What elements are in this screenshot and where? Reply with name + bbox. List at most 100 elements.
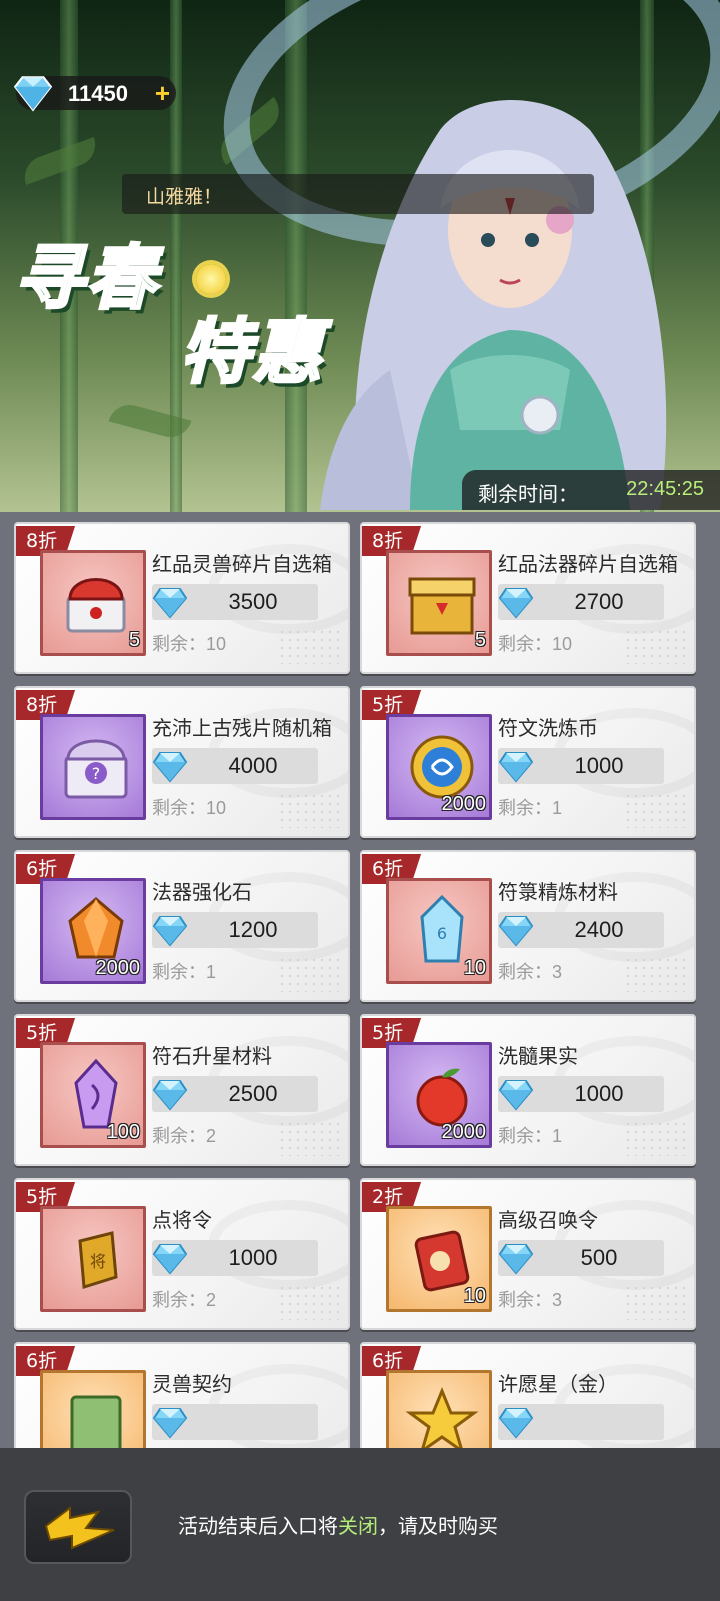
shop-item-list[interactable]: 8折 5 红品灵兽碎片自选箱 3500 剩余：10 8折 5 红品法器碎片自选箱 2700 剩余：… xyxy=(0,512,720,1448)
gold-token-icon: 将 xyxy=(78,1231,118,1289)
item-icon-frame[interactable]: 2000 xyxy=(386,714,492,820)
item-name: 洗髓果实 xyxy=(498,1044,578,1068)
remaining-count: 1 xyxy=(552,1126,563,1146)
footer-bar: 活动结束后入口将关闭，请及时购买 xyxy=(0,1448,720,1601)
item-quantity: 100 xyxy=(106,1121,140,1143)
remaining-count: 10 xyxy=(552,634,573,654)
buy-price-button[interactable] xyxy=(498,1404,664,1440)
card-dot-pattern xyxy=(278,792,340,828)
dialogue-bubble: 山雅雅！ xyxy=(122,174,594,214)
item-price: 4000 xyxy=(228,753,278,778)
diamond-icon xyxy=(13,76,53,112)
currency-amount: 11450 xyxy=(68,81,128,106)
item-icon-frame[interactable]: ? xyxy=(40,714,146,820)
item-icon-frame[interactable]: 5 xyxy=(40,550,146,656)
shop-item-card[interactable]: 8折 5 红品灵兽碎片自选箱 3500 剩余：10 xyxy=(14,522,350,674)
gold-star-icon xyxy=(405,1387,479,1448)
item-icon-frame[interactable]: 2000 xyxy=(40,878,146,984)
item-quantity: 5 xyxy=(128,629,140,651)
remaining-label: 剩余： xyxy=(498,1290,552,1311)
remaining-count: 10 xyxy=(206,798,227,818)
card-dot-pattern xyxy=(278,1120,340,1156)
remaining-label: 剩余： xyxy=(498,1126,552,1147)
notice-highlight: 关闭 xyxy=(338,1514,378,1538)
item-quantity: 10 xyxy=(463,957,486,979)
diamond-icon xyxy=(498,1080,534,1111)
remaining-label: 剩余： xyxy=(152,1126,206,1147)
item-name: 符文洗炼币 xyxy=(498,716,598,740)
item-quantity: 2000 xyxy=(95,957,141,979)
timer-value: 22:45:25 xyxy=(626,478,704,500)
back-arrow-icon xyxy=(44,1506,115,1550)
remaining-stock: 剩余：2 xyxy=(152,1286,216,1312)
item-icon-frame[interactable] xyxy=(40,1370,146,1448)
card-dot-pattern xyxy=(624,1284,686,1320)
item-price: 500 xyxy=(580,1245,618,1270)
diamond-icon xyxy=(498,588,534,619)
buy-price-button[interactable]: 1000 xyxy=(498,748,664,784)
item-icon-frame[interactable]: 2000 xyxy=(386,1042,492,1148)
remaining-count: 1 xyxy=(552,798,563,818)
shop-item-card[interactable]: 5折 2000 洗髓果实 1000 剩余：1 xyxy=(360,1014,696,1166)
item-icon-frame[interactable]: 将 xyxy=(40,1206,146,1312)
character-illustration xyxy=(320,100,667,510)
back-button[interactable] xyxy=(24,1490,132,1564)
mystery-chest-icon: ? xyxy=(64,739,128,799)
item-name: 法器强化石 xyxy=(152,880,252,904)
add-currency-button[interactable]: + xyxy=(155,78,170,109)
remaining-label: 剩余： xyxy=(152,1290,206,1311)
remaining-stock: 剩余：10 xyxy=(152,630,226,656)
buy-price-button[interactable] xyxy=(152,1404,318,1440)
shop-item-card[interactable]: 8折 5 红品法器碎片自选箱 2700 剩余：10 xyxy=(360,522,696,674)
diamond-icon xyxy=(152,916,188,947)
shop-item-card[interactable]: 6折 许愿星（金） xyxy=(360,1342,696,1448)
shop-item-card[interactable]: 6折 灵兽契约 xyxy=(14,1342,350,1448)
diamond-icon xyxy=(498,1244,534,1275)
buy-price-button[interactable]: 4000 xyxy=(152,748,318,784)
shop-item-card[interactable]: 5折 2000 符文洗炼币 1000 剩余：1 xyxy=(360,686,696,838)
red-chest-icon xyxy=(66,578,126,633)
item-icon-frame[interactable]: 5 xyxy=(386,550,492,656)
item-name: 许愿星（金） xyxy=(498,1372,618,1396)
remaining-stock: 剩余：1 xyxy=(152,958,216,984)
remaining-label: 剩余： xyxy=(152,798,206,819)
shop-item-card[interactable]: 6折 2000 法器强化石 1200 剩余：1 xyxy=(14,850,350,1002)
remaining-stock: 剩余：3 xyxy=(498,958,562,984)
remaining-stock: 剩余：1 xyxy=(498,1122,562,1148)
notice-text: 活动结束后入口将 xyxy=(178,1514,338,1538)
buy-price-button[interactable]: 2500 xyxy=(152,1076,318,1112)
item-price: 2700 xyxy=(574,589,624,614)
buy-price-button[interactable]: 1000 xyxy=(152,1240,318,1276)
shop-item-card[interactable]: 5折将点将令 1000 剩余：2 xyxy=(14,1178,350,1330)
countdown-timer: 剩余时间： 22:45:25 xyxy=(462,470,720,510)
diamond-icon xyxy=(498,752,534,783)
buy-price-button[interactable]: 500 xyxy=(498,1240,664,1276)
shop-item-card[interactable]: 6折 6 10 符箓精炼材料 2400 剩余：3 xyxy=(360,850,696,1002)
diamond-icon xyxy=(152,1080,188,1111)
buy-price-button[interactable]: 1200 xyxy=(152,912,318,948)
item-name: 符石升星材料 xyxy=(152,1044,272,1068)
item-name: 充沛上古残片随机箱 xyxy=(152,716,332,740)
buy-price-button[interactable]: 2400 xyxy=(498,912,664,948)
remaining-stock: 剩余：10 xyxy=(498,630,572,656)
item-icon-frame[interactable] xyxy=(386,1370,492,1448)
item-name: 灵兽契约 xyxy=(152,1372,232,1396)
buy-price-button[interactable]: 3500 xyxy=(152,584,318,620)
diamond-icon xyxy=(152,588,188,619)
remaining-label: 剩余： xyxy=(498,798,552,819)
item-icon-frame[interactable]: 100 xyxy=(40,1042,146,1148)
item-icon-frame[interactable]: 6 10 xyxy=(386,878,492,984)
buy-price-button[interactable]: 2700 xyxy=(498,584,664,620)
buy-price-button[interactable]: 1000 xyxy=(498,1076,664,1112)
remaining-stock: 剩余：2 xyxy=(152,1122,216,1148)
remaining-count: 2 xyxy=(206,1126,217,1146)
shop-item-card[interactable]: 2折 10 高级召唤令 500 剩余：3 xyxy=(360,1178,696,1330)
shop-item-card[interactable]: 8折? 充沛上古残片随机箱 4000 剩余：10 xyxy=(14,686,350,838)
remaining-stock: 剩余：1 xyxy=(498,794,562,820)
item-icon-frame[interactable]: 10 xyxy=(386,1206,492,1312)
diamond-icon xyxy=(152,752,188,783)
dialogue-text: 山雅雅！ xyxy=(146,186,223,208)
shop-item-card[interactable]: 5折 100 符石升星材料 2500 剩余：2 xyxy=(14,1014,350,1166)
remaining-count: 1 xyxy=(206,962,217,982)
remaining-count: 10 xyxy=(206,634,227,654)
